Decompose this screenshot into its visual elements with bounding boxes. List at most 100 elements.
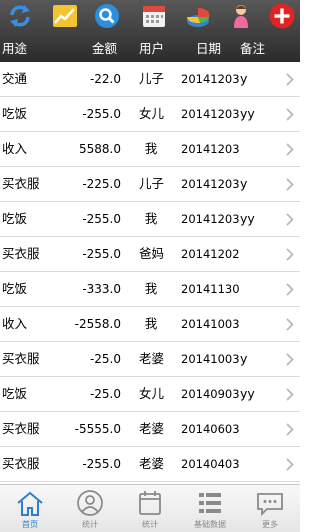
list-item[interactable]: 吃饭 -25.0 女儿 20140903 yy — [0, 377, 300, 412]
row-user: 女儿 — [139, 386, 165, 401]
row-date: 20140403 — [181, 457, 240, 471]
list-item[interactable]: 买衣服 -5555.0 老婆 20140603 — [0, 412, 300, 447]
list-item[interactable]: 买衣服 -225.0 儿子 20141203 y — [0, 167, 300, 202]
row-date: 20141203 — [181, 142, 240, 156]
row-user: 我 — [144, 316, 158, 331]
row-user: 老婆 — [139, 351, 165, 366]
row-user: 我 — [144, 281, 158, 296]
row-amount: -255.0 — [82, 247, 121, 261]
row-use: 收入 — [2, 141, 28, 156]
row-use: 买衣服 — [2, 176, 40, 191]
row-use: 吃饭 — [2, 386, 28, 401]
chart-icon[interactable] — [51, 2, 79, 30]
column-header-row: 用途 金额 用户 日期 备注 — [0, 33, 300, 61]
row-use: 收入 — [2, 316, 28, 331]
row-user: 我 — [144, 211, 158, 226]
row-amount: -333.0 — [82, 282, 121, 296]
tab-3[interactable]: 基础数据 — [180, 485, 240, 532]
chat-icon — [257, 493, 283, 517]
refresh-icon[interactable] — [6, 2, 34, 30]
top-bar: 用途 金额 用户 日期 备注 — [0, 0, 300, 62]
header-note: 备注 — [240, 41, 266, 56]
chevron-right-icon — [286, 178, 294, 191]
row-use: 买衣服 — [2, 456, 40, 471]
home-icon — [17, 491, 43, 516]
row-note: yy — [240, 211, 255, 226]
row-user: 老婆 — [139, 456, 165, 471]
app-root: 用途 金额 用户 日期 备注 交通 -22.0 儿子 20141203 y 吃饭 -255.… — [0, 0, 300, 532]
list-item[interactable]: 买衣服 -255.0 老婆 20140403 — [0, 447, 300, 482]
chevron-right-icon — [286, 213, 294, 226]
chevron-right-icon — [286, 108, 294, 121]
row-amount: -255.0 — [82, 457, 121, 471]
add-icon[interactable] — [268, 2, 296, 30]
tab-0[interactable]: 首页 — [0, 485, 60, 532]
header-user: 用户 — [139, 41, 165, 56]
row-date: 20141203 — [181, 107, 240, 121]
row-date: 20140903 — [181, 387, 240, 401]
row-amount: -255.0 — [82, 107, 121, 121]
row-use: 买衣服 — [2, 246, 40, 261]
row-amount: 5588.0 — [79, 142, 121, 156]
list-item[interactable]: 买衣服 -25.0 老婆 20141003 y — [0, 342, 300, 377]
row-use: 买衣服 — [2, 351, 40, 366]
tab-label: 首页 — [22, 520, 38, 529]
row-date: 20141130 — [181, 282, 240, 296]
row-amount: -5555.0 — [74, 422, 121, 436]
tab-label: 统计 — [142, 520, 158, 529]
tab-1[interactable]: 统计 — [60, 485, 120, 532]
tab-bar: 首页 统计 统计 基础数据 更多 — [0, 484, 300, 532]
chevron-right-icon — [286, 458, 294, 471]
list-icon — [199, 493, 221, 513]
row-note: yy — [240, 386, 255, 401]
row-date: 20141003 — [181, 317, 240, 331]
chevron-right-icon — [286, 318, 294, 331]
row-use: 买衣服 — [2, 421, 40, 436]
row-use: 吃饭 — [2, 211, 28, 226]
list-item[interactable]: 交通 -22.0 儿子 20141203 y — [0, 62, 300, 97]
row-date: 20141203 — [181, 72, 240, 86]
record-list[interactable]: 交通 -22.0 儿子 20141203 y 吃饭 -255.0 女儿 20141203 yy 收入… — [0, 62, 300, 484]
chevron-right-icon — [286, 388, 294, 401]
list-item[interactable]: 收入 5588.0 我 20141203 — [0, 132, 300, 167]
person-icon — [77, 490, 103, 516]
row-user: 儿子 — [139, 71, 165, 86]
chevron-right-icon — [286, 73, 294, 86]
row-amount: -2558.0 — [74, 317, 121, 331]
row-note: yy — [240, 106, 255, 121]
user-icon[interactable] — [227, 2, 255, 30]
row-user: 老婆 — [139, 421, 165, 436]
list-item[interactable]: 吃饭 -255.0 女儿 20141203 yy — [0, 97, 300, 132]
list-item[interactable]: 吃饭 -255.0 我 20141203 yy — [0, 202, 300, 237]
row-note: y — [240, 176, 248, 191]
tab-label: 基础数据 — [194, 520, 226, 529]
row-user: 爸妈 — [139, 246, 165, 261]
chevron-right-icon — [286, 143, 294, 156]
tab-4[interactable]: 更多 — [240, 485, 300, 532]
calendar-icon — [139, 491, 161, 515]
chevron-right-icon — [286, 353, 294, 366]
chevron-right-icon — [286, 283, 294, 296]
row-date: 20140603 — [181, 422, 240, 436]
row-amount: -22.0 — [89, 72, 121, 86]
calendar-icon[interactable] — [140, 2, 168, 30]
search-icon[interactable] — [93, 2, 121, 30]
pie-chart-icon[interactable] — [184, 2, 212, 30]
list-item[interactable]: 吃饭 -333.0 我 20141130 — [0, 272, 300, 307]
list-item[interactable]: 收入 -2558.0 我 20141003 — [0, 307, 300, 342]
row-date: 20141202 — [181, 247, 240, 261]
row-date: 20141203 — [181, 177, 240, 191]
tab-label: 统计 — [82, 520, 98, 529]
tab-2[interactable]: 统计 — [120, 485, 180, 532]
row-date: 20141003 — [181, 352, 240, 366]
tab-label: 更多 — [262, 520, 278, 529]
list-item[interactable]: 买衣服 -255.0 爸妈 20141202 — [0, 237, 300, 272]
header-use: 用途 — [2, 41, 28, 56]
row-user: 女儿 — [139, 106, 165, 121]
header-date: 日期 — [196, 41, 222, 56]
row-use: 交通 — [2, 71, 28, 86]
row-amount: -25.0 — [89, 387, 121, 401]
row-date: 20141203 — [181, 212, 240, 226]
header-amount: 金额 — [92, 41, 118, 56]
toolbar — [0, 0, 300, 32]
